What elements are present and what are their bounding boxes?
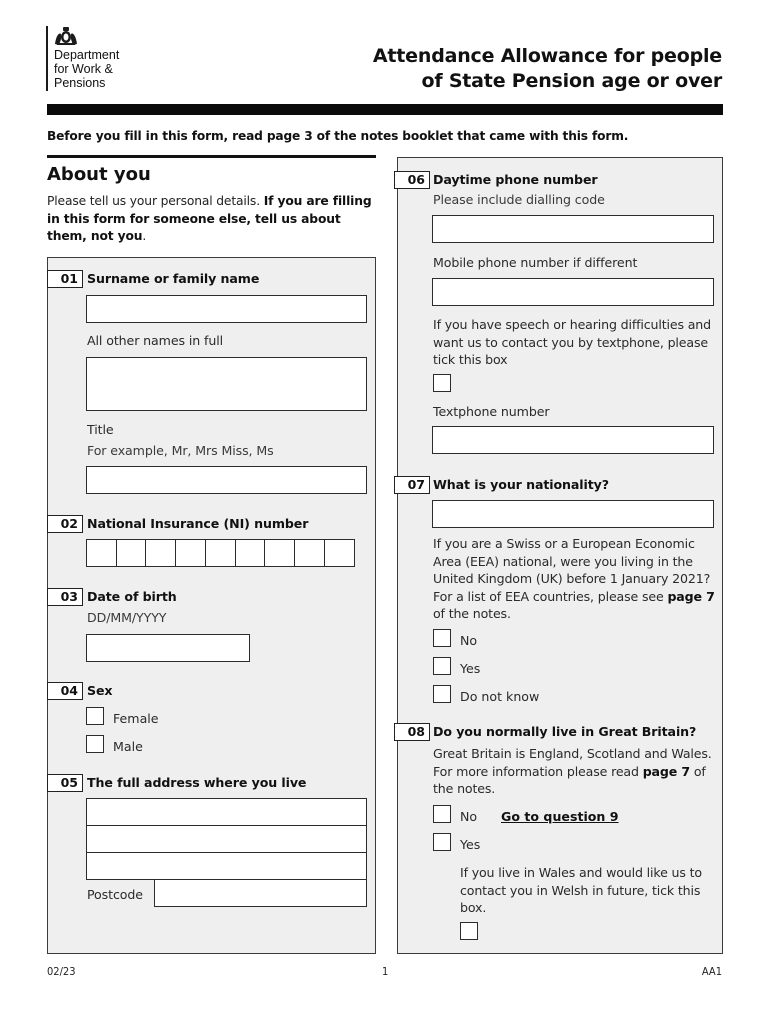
ni-number-cell[interactable] xyxy=(234,539,266,567)
mobile-phone-label: Mobile phone number if different xyxy=(433,255,638,270)
ni-number-input xyxy=(86,539,355,567)
ni-number-cell[interactable] xyxy=(204,539,236,567)
postcode-label: Postcode xyxy=(87,887,143,902)
male-checkbox[interactable] xyxy=(86,735,104,753)
checkbox-label: No xyxy=(460,809,478,824)
footer-page-number: 1 xyxy=(382,965,389,978)
ni-number-cell[interactable] xyxy=(264,539,296,567)
logo-divider xyxy=(46,26,48,91)
department-line-2: for Work & xyxy=(54,62,113,76)
great-britain-description: Great Britain is England, Scotland and W… xyxy=(433,746,712,796)
title-hint: For example, Mr, Mrs Miss, Ms xyxy=(87,443,274,458)
female-checkbox[interactable] xyxy=(86,707,104,725)
textphone-instruction: If you have speech or hearing difficulti… xyxy=(433,317,711,367)
other-names-input[interactable] xyxy=(86,357,367,411)
address-line-2-input[interactable] xyxy=(86,825,367,853)
question-label: What is your nationality? xyxy=(433,477,609,492)
go-to-question-9-link[interactable]: Go to question 9 xyxy=(501,809,619,824)
checkbox-label: No xyxy=(460,633,478,648)
question-number: 06 xyxy=(394,171,430,189)
textphone-number-label: Textphone number xyxy=(433,404,550,419)
address-line-1-input[interactable] xyxy=(86,798,367,826)
welsh-language-checkbox[interactable] xyxy=(460,922,478,940)
address-line-3-input[interactable] xyxy=(86,852,367,880)
department-name: Department for Work & Pensions xyxy=(54,48,119,90)
question-label: National Insurance (NI) number xyxy=(87,516,309,531)
checkbox-label: Male xyxy=(113,739,143,754)
checkbox-label: Yes xyxy=(460,837,481,852)
header-divider xyxy=(47,104,723,115)
ni-number-cell[interactable] xyxy=(323,539,355,567)
question-number: 05 xyxy=(47,774,83,792)
ni-number-cell[interactable] xyxy=(86,539,117,567)
section-title: About you xyxy=(47,164,151,185)
checkbox-label: Yes xyxy=(460,661,481,676)
surname-input[interactable] xyxy=(86,295,367,323)
eea-do-not-know-checkbox[interactable] xyxy=(433,685,451,703)
question-number: 07 xyxy=(394,476,430,494)
title-label: Title xyxy=(87,422,114,437)
title-input[interactable] xyxy=(86,466,367,494)
eea-yes-checkbox[interactable] xyxy=(433,657,451,675)
ni-number-cell[interactable] xyxy=(145,539,177,567)
textphone-number-input[interactable] xyxy=(432,426,714,454)
postcode-input[interactable] xyxy=(154,879,367,907)
question-label: Surname or family name xyxy=(87,271,260,286)
eea-question-text: If you are a Swiss or a European Economi… xyxy=(433,536,715,621)
question-number: 03 xyxy=(47,588,83,606)
question-number: 04 xyxy=(47,682,83,700)
royal-coat-of-arms-icon xyxy=(55,27,77,45)
document-title: Attendance Allowance for people of State… xyxy=(373,44,722,94)
footer-form-code: AA1 xyxy=(701,965,722,978)
date-of-birth-input[interactable] xyxy=(86,634,250,662)
intro-instruction: Before you fill in this form, read page … xyxy=(47,129,629,143)
question-label: Do you normally live in Great Britain? xyxy=(433,724,697,739)
dialling-code-hint: Please include dialling code xyxy=(433,192,605,207)
textphone-checkbox[interactable] xyxy=(433,374,451,392)
question-number: 08 xyxy=(394,723,430,741)
daytime-phone-input[interactable] xyxy=(432,215,714,243)
question-label: The full address where you live xyxy=(87,775,307,790)
great-britain-no-checkbox[interactable] xyxy=(433,805,451,823)
other-names-label: All other names in full xyxy=(87,333,224,348)
nationality-input[interactable] xyxy=(432,500,714,528)
great-britain-yes-checkbox[interactable] xyxy=(433,833,451,851)
department-line-3: Pensions xyxy=(54,76,106,90)
checkbox-label: Female xyxy=(113,711,159,726)
ni-number-cell[interactable] xyxy=(115,539,147,567)
question-label: Date of birth xyxy=(87,589,177,604)
section-divider xyxy=(47,155,376,158)
date-format-hint: DD/MM/YYYY xyxy=(87,610,167,625)
question-label: Daytime phone number xyxy=(433,172,598,187)
question-number: 01 xyxy=(47,270,83,288)
mobile-phone-input[interactable] xyxy=(432,278,714,306)
title-line-2: of State Pension age or over xyxy=(421,70,722,92)
welsh-language-instruction: If you live in Wales and would like us t… xyxy=(460,865,702,915)
eea-no-checkbox[interactable] xyxy=(433,629,451,647)
question-label: Sex xyxy=(87,683,113,698)
footer-date-code: 02/23 xyxy=(47,965,76,978)
ni-number-cell[interactable] xyxy=(293,539,325,567)
section-description: Please tell us your personal details. If… xyxy=(47,194,372,243)
title-line-1: Attendance Allowance for people xyxy=(372,45,722,67)
question-number: 02 xyxy=(47,515,83,533)
ni-number-cell[interactable] xyxy=(175,539,207,567)
department-line-1: Department xyxy=(54,48,120,62)
checkbox-label: Do not know xyxy=(460,689,540,704)
